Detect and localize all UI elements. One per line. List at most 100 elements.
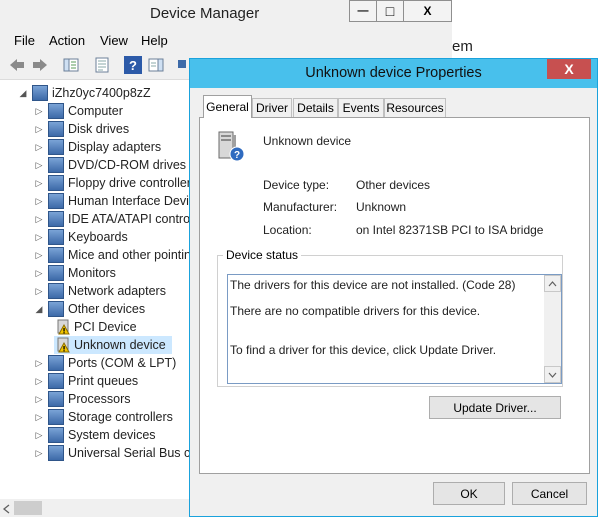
collapsed-arrow-icon[interactable]: ▷ (34, 196, 44, 206)
tree-category-item[interactable]: ▷ Monitors (34, 264, 116, 282)
collapsed-arrow-icon[interactable]: ▷ (34, 358, 44, 368)
tree-item-label: Human Interface Devic (68, 194, 196, 208)
forward-button[interactable] (31, 56, 49, 74)
system-device-icon (48, 427, 64, 443)
chevron-up-icon (548, 280, 557, 286)
warning-device-icon (54, 337, 70, 353)
collapsed-arrow-icon[interactable]: ▷ (34, 412, 44, 422)
tree-item-label: Universal Serial Bus co (68, 446, 198, 460)
tree-item-label: DVD/CD-ROM drives (68, 158, 187, 172)
tree-item-label: System devices (68, 428, 156, 442)
tree-category-item[interactable]: ◢ Other devices (34, 300, 145, 318)
collapsed-arrow-icon[interactable]: ▷ (34, 376, 44, 386)
close-icon: X (423, 4, 432, 18)
tree-category-item[interactable]: ▷ Keyboards (34, 228, 128, 246)
expanded-arrow-icon[interactable]: ◢ (18, 88, 28, 98)
device-manager-titlebar[interactable]: Device Manager — □ X (0, 0, 452, 31)
tab-driver[interactable]: Driver (252, 98, 292, 117)
menu-file[interactable]: File (14, 33, 35, 48)
collapsed-arrow-icon[interactable]: ▷ (34, 160, 44, 170)
tree-category-item[interactable]: ▷ Display adapters (34, 138, 161, 156)
show-hide-tree-button[interactable] (62, 56, 80, 74)
expanded-arrow-icon[interactable]: ◢ (34, 304, 44, 314)
collapsed-arrow-icon[interactable]: ▷ (34, 106, 44, 116)
horizontal-scroll-thumb[interactable] (14, 501, 42, 515)
tree-category-item[interactable]: ▷ Universal Serial Bus co (34, 444, 197, 462)
action-pane-button[interactable] (147, 56, 165, 74)
collapsed-arrow-icon[interactable]: ▷ (34, 286, 44, 296)
properties-button[interactable] (93, 56, 111, 74)
tree-device-item[interactable]: Unknown device (54, 336, 172, 354)
tree-category-item[interactable]: ▷ System devices (34, 426, 156, 444)
collapsed-arrow-icon[interactable]: ▷ (34, 232, 44, 242)
tree-item-label: Storage controllers (68, 410, 173, 424)
dialog-close-button[interactable]: X (547, 59, 591, 79)
scroll-down-button[interactable] (544, 366, 561, 383)
minimize-icon: — (357, 5, 369, 17)
tab-general[interactable]: General (203, 95, 252, 118)
tree-category-item[interactable]: ▷ Ports (COM & LPT) (34, 354, 176, 372)
tree-item-label: Ports (COM & LPT) (68, 356, 177, 370)
mouse-icon (48, 247, 64, 263)
menu-bar: File Action View Help (0, 31, 452, 51)
collapsed-arrow-icon[interactable]: ▷ (34, 178, 44, 188)
scroll-up-button[interactable] (544, 275, 561, 292)
menu-view[interactable]: View (100, 33, 128, 48)
tree-root-label: iZhz0yc7400p8zZ (52, 86, 151, 100)
tab-events[interactable]: Events (338, 98, 384, 117)
cancel-button[interactable]: Cancel (512, 482, 587, 505)
location-value: on Intel 82371SB PCI to ISA bridge (356, 223, 544, 237)
tree-category-item[interactable]: ▷ IDE ATA/ATAPI contro (34, 210, 190, 228)
tree-item-label: Keyboards (68, 230, 128, 244)
computer-icon (32, 85, 48, 101)
device-status-textbox[interactable]: The drivers for this device are not inst… (227, 274, 562, 384)
device-name: Unknown device (263, 134, 352, 148)
tree-category-item[interactable]: ▷ Storage controllers (34, 408, 173, 426)
collapsed-arrow-icon[interactable]: ▷ (34, 250, 44, 260)
tree-category-item[interactable]: ▷ Disk drives (34, 120, 129, 138)
tab-resources[interactable]: Resources (384, 98, 446, 117)
tree-category-item[interactable]: ▷ Mice and other pointin (34, 246, 191, 264)
hid-icon (48, 193, 64, 209)
update-driver-button[interactable]: Update Driver... (429, 396, 561, 419)
collapsed-arrow-icon[interactable]: ▷ (34, 394, 44, 404)
tree-item-label: Processors (68, 392, 131, 406)
properties-icon (95, 57, 109, 73)
tree-category-item[interactable]: ▷ Computer (34, 102, 123, 120)
dialog-titlebar[interactable]: Unknown device Properties X (190, 59, 597, 88)
background-window-text: em (452, 38, 473, 55)
scroll-left-icon[interactable] (2, 503, 12, 514)
collapsed-arrow-icon[interactable]: ▷ (34, 448, 44, 458)
tree-category-item[interactable]: ▷ Network adapters (34, 282, 166, 300)
tab-details[interactable]: Details (293, 98, 338, 117)
tree-category-item[interactable]: ▷ Print queues (34, 372, 138, 390)
help-button[interactable]: ? (124, 56, 142, 74)
menu-help[interactable]: Help (141, 33, 168, 48)
minimize-button[interactable]: — (349, 0, 376, 22)
tree-item-label: Mice and other pointin (68, 248, 191, 262)
unknown-device-icon: ? (218, 131, 245, 162)
back-button[interactable] (8, 56, 26, 74)
maximize-button[interactable]: □ (376, 0, 403, 22)
tree-root[interactable]: ◢ iZhz0yc7400p8zZ (18, 84, 151, 102)
tree-category-item[interactable]: ▷ DVD/CD-ROM drives (34, 156, 186, 174)
collapsed-arrow-icon[interactable]: ▷ (34, 214, 44, 224)
manufacturer-value: Unknown (356, 200, 407, 214)
status-scrollbar[interactable] (544, 275, 561, 383)
menu-action[interactable]: Action (49, 33, 85, 48)
horizontal-scrollbar[interactable] (0, 499, 190, 517)
ok-button[interactable]: OK (433, 482, 505, 505)
toolbar-overflow[interactable] (178, 56, 186, 74)
collapsed-arrow-icon[interactable]: ▷ (34, 142, 44, 152)
tree-device-item[interactable]: PCI Device (54, 318, 137, 336)
processor-icon (48, 391, 64, 407)
tree-category-item[interactable]: ▷ Human Interface Devic (34, 192, 195, 210)
collapsed-arrow-icon[interactable]: ▷ (34, 430, 44, 440)
collapsed-arrow-icon[interactable]: ▷ (34, 124, 44, 134)
device-type-label: Device type: (263, 178, 330, 192)
tree-category-item[interactable]: ▷ Processors (34, 390, 131, 408)
ok-label: OK (460, 486, 478, 501)
tree-category-item[interactable]: ▷ Floppy drive controller (34, 174, 191, 192)
close-button[interactable]: X (403, 0, 452, 22)
collapsed-arrow-icon[interactable]: ▷ (34, 268, 44, 278)
